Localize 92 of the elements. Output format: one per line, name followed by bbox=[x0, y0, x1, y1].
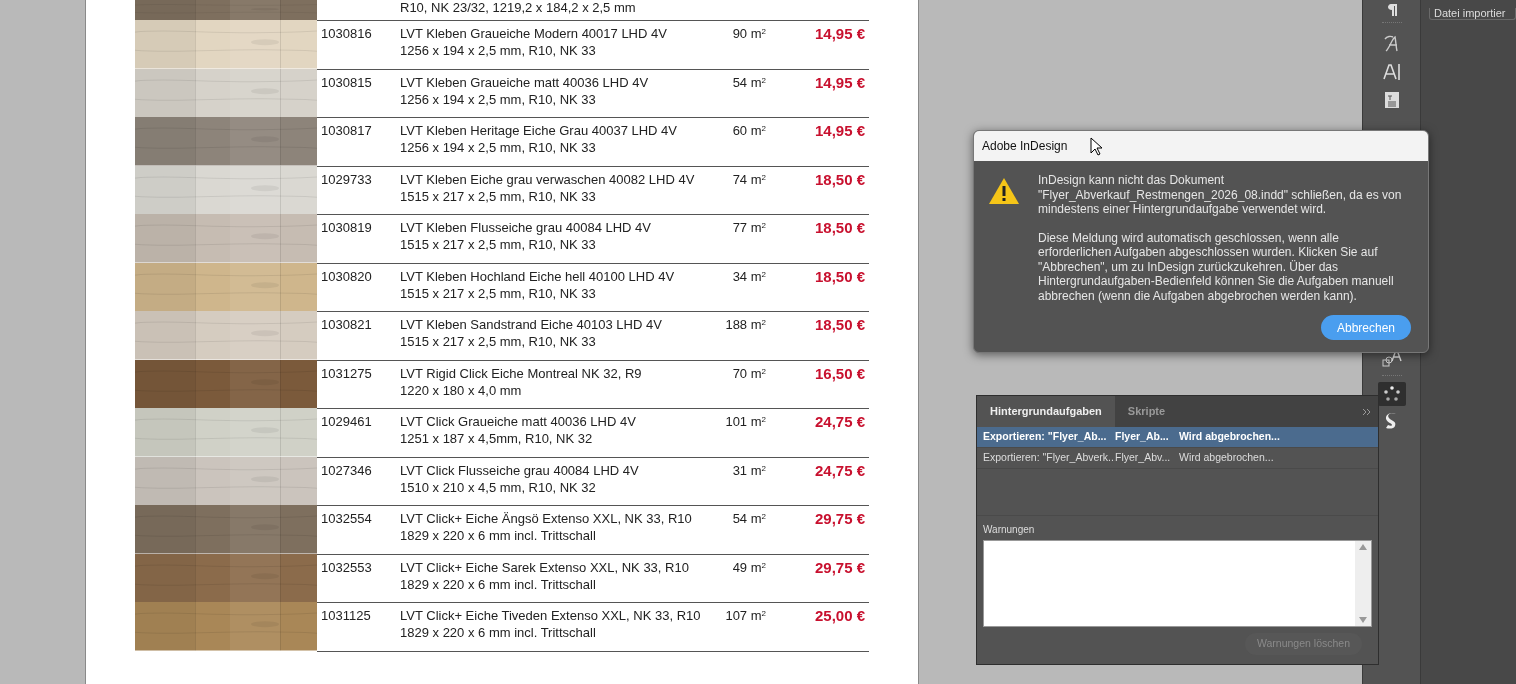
dots-tool-button[interactable] bbox=[1377, 382, 1406, 406]
product-spec: 1829 x 220 x 6 mm incl. Trittschall bbox=[400, 527, 596, 544]
pilcrow-icon[interactable] bbox=[1386, 4, 1397, 16]
dots-icon bbox=[1382, 386, 1401, 402]
product-spec: 1256 x 194 x 2,5 mm, R10, NK 33 bbox=[400, 90, 596, 108]
price: 25,00 € bbox=[814, 607, 865, 624]
cursor-icon bbox=[1090, 137, 1102, 156]
product-name: LVT Kleben Eiche grau verwaschen 40082 LHD 4V bbox=[400, 170, 695, 188]
panel-tab[interactable]: Hintergrundaufgaben bbox=[977, 396, 1115, 427]
price: 14,95 € bbox=[814, 25, 865, 42]
warnings-field[interactable] bbox=[983, 540, 1372, 627]
task-document: Flyer_Ab... bbox=[1115, 429, 1170, 445]
article-number: 1031125 bbox=[320, 607, 372, 624]
price: 29,75 € bbox=[814, 510, 865, 527]
price: 29,75 € bbox=[814, 558, 865, 576]
character-icon[interactable] bbox=[1382, 63, 1401, 81]
quantity: 49 m$^{2}$ bbox=[732, 558, 766, 576]
task-row[interactable]: Exportieren: "Flyer_Ab... Flyer_Ab... Wird abgebrochen... bbox=[977, 427, 1378, 448]
quantity: 70 m$^{2}$ bbox=[732, 364, 766, 382]
product-name: LVT Kleben Graueiche matt 40036 LHD 4V bbox=[400, 73, 649, 91]
task-row[interactable]: Exportieren: "Flyer_Abverk...Flyer_Abv... Wird abgebrochen... bbox=[977, 448, 1378, 469]
panel-tab[interactable]: Skripte bbox=[1114, 396, 1179, 427]
product-name: LVT Click Graueiche matt 40036 LHD 4V bbox=[400, 413, 636, 430]
product-spec: 1515 x 217 x 2,5 mm, R10, NK 33 bbox=[400, 187, 596, 205]
article-number: 1029461 bbox=[320, 413, 373, 430]
price: 24,75 € bbox=[814, 461, 865, 479]
article-number: 1029733 bbox=[320, 170, 373, 188]
product-spec: 1829 x 220 x 6 mm incl. Trittschall bbox=[400, 624, 596, 641]
dialog-message: Diese Meldung wird automatisch geschlossen, wenn alle erforderlichen Aufgaben abgeschlossen wurden. Klicken Sie auf "Abbrechen", um zu InDesign zurückzukehren. Über das Hintergrundaufgaben-Bedienfeld können Sie die Aufgaben manuell abbrechen (wenn die Aufgaben abgebrochen werden kann). bbox=[1038, 230, 1395, 303]
product-spec: 1515 x 217 x 2,5 mm, R10, NK 33 bbox=[400, 284, 596, 302]
price: 18,50 € bbox=[814, 267, 865, 285]
task-name: Exportieren: "Flyer_Ab... bbox=[983, 429, 1108, 445]
article-number: 1032554 bbox=[320, 510, 373, 527]
article-number: 1032553 bbox=[320, 558, 373, 576]
product-name: LVT Click Flusseiche grau 40084 LHD 4V bbox=[400, 461, 639, 479]
quantity: 90 m$^{2}$ bbox=[732, 25, 766, 42]
dialog-message: InDesign kann nicht das Dokument "Flyer_Abverkauf_Restmengen_2026_08.indd" schließen, da es von mindestens einer Hintergrundaufgabe verwendet wird. bbox=[1038, 173, 1403, 217]
product-spec: 1510 x 210 x 4,5 mm, R10, NK 32 bbox=[400, 478, 596, 496]
product-spec: 1251 x 187 x 4,5mm, R10, NK 32 bbox=[400, 430, 593, 447]
article-number: 1030821 bbox=[320, 316, 373, 333]
task-document: Flyer_Abv... bbox=[1115, 450, 1172, 466]
product-spec: 1256 x 194 x 2,5 mm, R10, NK 33 bbox=[400, 42, 596, 59]
warnings-label: Warnungen bbox=[982, 523, 1036, 537]
task-name: Exportieren: "Flyer_Abverk... bbox=[983, 450, 1115, 466]
article-number: 1027346 bbox=[320, 461, 373, 479]
product-name: LVT Click+ Eiche Sarek Extenso XXL, NK 33, R10 bbox=[400, 558, 689, 576]
product-name: LVT Kleben Sandstrand Eiche 40103 LHD 4V bbox=[400, 316, 662, 333]
article-number: 1031275 bbox=[320, 364, 373, 382]
quantity: 60 m$^{2}$ bbox=[732, 122, 766, 139]
quantity: 74 m$^{2}$ bbox=[732, 170, 766, 188]
quantity: 34 m$^{2}$ bbox=[732, 267, 766, 285]
article-number: 1030816 bbox=[320, 25, 373, 42]
quantity: 54 m$^{2}$ bbox=[732, 510, 766, 527]
price: 18,50 € bbox=[814, 219, 865, 236]
product-spec: 1220 x 180 x 4,0 mm bbox=[400, 381, 522, 399]
product-spec: 1829 x 220 x 6 mm incl. Trittschall bbox=[400, 575, 596, 593]
panel-menu-icon[interactable] bbox=[1362, 407, 1372, 416]
price: 24,75 € bbox=[814, 413, 865, 430]
task-status: Wird abgebrochen... bbox=[1179, 429, 1280, 445]
product-spec: R10, NK 23/32, 1219,2 x 184,2 x 2,5 mm bbox=[400, 0, 636, 15]
product-spec: 1256 x 194 x 2,5 mm, R10, NK 33 bbox=[400, 139, 596, 156]
paragraph-style-icon[interactable] bbox=[1383, 91, 1400, 109]
quantity: 77 m$^{2}$ bbox=[732, 219, 766, 236]
product-name: LVT Click+ Eiche Ängsö Extenso XXL, NK 33, R10 bbox=[400, 510, 692, 527]
product-name: LVT Rigid Click Eiche Montreal NK 32, R9 bbox=[400, 364, 642, 382]
product-spec: 1515 x 217 x 2,5 mm, R10, NK 33 bbox=[400, 236, 596, 253]
task-status: Wird abgebrochen... bbox=[1179, 450, 1274, 466]
price: 18,50 € bbox=[814, 170, 865, 188]
price: 14,95 € bbox=[814, 122, 865, 139]
price: 16,50 € bbox=[814, 364, 865, 382]
character-style-icon[interactable] bbox=[1382, 35, 1401, 53]
quantity: 101 m$^{2}$ bbox=[725, 413, 766, 430]
quantity: 107 m$^{2}$ bbox=[725, 607, 766, 624]
quantity: 31 m$^{2}$ bbox=[732, 461, 766, 479]
product-name: LVT Kleben Flusseiche grau 40084 LHD 4V bbox=[400, 219, 651, 236]
article-number: 1030819 bbox=[320, 219, 373, 236]
article-number: 1030815 bbox=[320, 73, 373, 91]
quantity: 54 m$^{2}$ bbox=[732, 73, 766, 91]
price: 14,95 € bbox=[814, 73, 865, 91]
price: 18,50 € bbox=[814, 316, 865, 333]
import-file-button[interactable]: Datei importier bbox=[1429, 7, 1516, 20]
product-name: LVT Kleben Graueiche Modern 40017 LHD 4V bbox=[400, 25, 667, 42]
quantity: 188 m$^{2}$ bbox=[725, 316, 766, 333]
article-number: 1030817 bbox=[320, 122, 373, 139]
product-spec: 1515 x 217 x 2,5 mm, R10, NK 33 bbox=[400, 333, 596, 350]
product-name: LVT Click+ Eiche Tiveden Extenso XXL, NK 33, R10 bbox=[400, 607, 701, 624]
dialog-title: Adobe InDesign bbox=[982, 138, 1068, 155]
product-name: LVT Kleben Heritage Eiche Grau 40037 LHD 4V bbox=[400, 122, 678, 139]
cancel-button[interactable]: Abbrechen bbox=[1320, 315, 1411, 340]
product-name: LVT Kleben Hochland Eiche hell 40100 LHD 4V bbox=[400, 267, 675, 285]
warning-icon bbox=[988, 177, 1020, 205]
article-number: 1030820 bbox=[320, 267, 373, 285]
